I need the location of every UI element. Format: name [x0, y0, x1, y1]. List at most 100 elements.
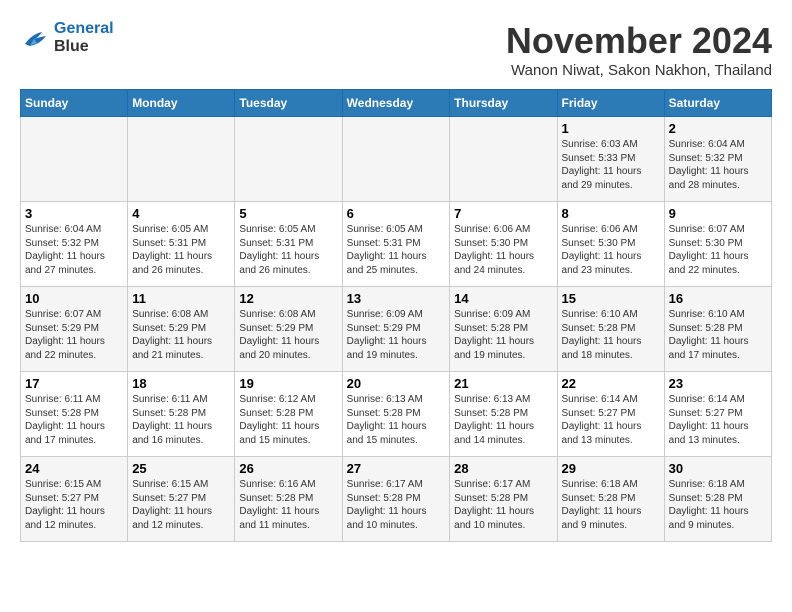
- day-number: 18: [132, 376, 230, 391]
- day-info: Sunrise: 6:08 AMSunset: 5:29 PMDaylight:…: [239, 308, 337, 362]
- day-number: 8: [562, 206, 660, 221]
- calendar-cell: 3Sunrise: 6:04 AMSunset: 5:32 PMDaylight…: [21, 202, 128, 287]
- col-header-wednesday: Wednesday: [342, 90, 450, 117]
- day-number: 25: [132, 461, 230, 476]
- day-number: 3: [25, 206, 123, 221]
- calendar-cell: 26Sunrise: 6:16 AMSunset: 5:28 PMDayligh…: [235, 457, 342, 542]
- day-number: 1: [562, 121, 660, 136]
- day-number: 7: [454, 206, 552, 221]
- calendar-cell: 21Sunrise: 6:13 AMSunset: 5:28 PMDayligh…: [450, 372, 557, 457]
- day-info: Sunrise: 6:03 AMSunset: 5:33 PMDaylight:…: [562, 138, 660, 192]
- day-number: 22: [562, 376, 660, 391]
- day-number: 29: [562, 461, 660, 476]
- day-info: Sunrise: 6:14 AMSunset: 5:27 PMDaylight:…: [669, 393, 767, 447]
- month-title: November 2024: [506, 20, 772, 62]
- calendar-week-row: 17 Sunrise: 6:11 AMSunset: 5:28 PMDayligh…: [21, 372, 772, 457]
- calendar-week-row: 10 Sunrise: 6:07 AMSunset: 5:29 PMDayligh…: [21, 287, 772, 372]
- calendar-cell: 24Sunrise: 6:15 AMSunset: 5:27 PMDayligh…: [21, 457, 128, 542]
- day-number: 21: [454, 376, 552, 391]
- day-info: Sunrise: 6:10 AMSunset: 5:28 PMDaylight:…: [562, 308, 660, 362]
- day-info: Sunrise: 6:14 AMSunset: 5:27 PMDaylight:…: [562, 393, 660, 447]
- day-info: Sunrise: 6:06 AMSunset: 5:30 PMDaylight:…: [562, 223, 660, 277]
- calendar-cell: 23 Sunrise: 6:14 AMSunset: 5:27 PMDayligh…: [664, 372, 771, 457]
- calendar-cell: 14Sunrise: 6:09 AMSunset: 5:28 PMDayligh…: [450, 287, 557, 372]
- logo-text: General Blue: [54, 20, 114, 56]
- day-number: 12: [239, 291, 337, 306]
- day-info: Sunrise: 6:05 AMSunset: 5:31 PMDaylight:…: [132, 223, 230, 277]
- calendar-cell: [450, 117, 557, 202]
- day-info: Sunrise: 6:10 AMSunset: 5:28 PMDaylight:…: [669, 308, 767, 362]
- day-info: Sunrise: 6:18 AMSunset: 5:28 PMDaylight:…: [669, 478, 767, 532]
- day-info: Sunrise: 6:17 AMSunset: 5:28 PMDaylight:…: [454, 478, 552, 532]
- location-subtitle: Wanon Niwat, Sakon Nakhon, Thailand: [506, 62, 772, 79]
- day-info: Sunrise: 6:15 AMSunset: 5:27 PMDaylight:…: [132, 478, 230, 532]
- day-info: Sunrise: 6:05 AMSunset: 5:31 PMDaylight:…: [239, 223, 337, 277]
- calendar-cell: 16 Sunrise: 6:10 AMSunset: 5:28 PMDayligh…: [664, 287, 771, 372]
- day-info: Sunrise: 6:09 AMSunset: 5:29 PMDaylight:…: [347, 308, 446, 362]
- day-number: 6: [347, 206, 446, 221]
- day-info: Sunrise: 6:05 AMSunset: 5:31 PMDaylight:…: [347, 223, 446, 277]
- calendar-cell: [342, 117, 450, 202]
- day-number: 19: [239, 376, 337, 391]
- day-info: Sunrise: 6:07 AMSunset: 5:29 PMDaylight:…: [25, 308, 123, 362]
- day-number: 23: [669, 376, 767, 391]
- day-info: Sunrise: 6:18 AMSunset: 5:28 PMDaylight:…: [562, 478, 660, 532]
- col-header-saturday: Saturday: [664, 90, 771, 117]
- day-number: 30: [669, 461, 767, 476]
- calendar-cell: 17 Sunrise: 6:11 AMSunset: 5:28 PMDayligh…: [21, 372, 128, 457]
- col-header-tuesday: Tuesday: [235, 90, 342, 117]
- calendar-cell: 10 Sunrise: 6:07 AMSunset: 5:29 PMDayligh…: [21, 287, 128, 372]
- calendar-cell: 20Sunrise: 6:13 AMSunset: 5:28 PMDayligh…: [342, 372, 450, 457]
- logo: General Blue: [20, 20, 114, 56]
- day-number: 11: [132, 291, 230, 306]
- calendar-cell: 15 Sunrise: 6:10 AMSunset: 5:28 PMDayligh…: [557, 287, 664, 372]
- day-info: Sunrise: 6:15 AMSunset: 5:27 PMDaylight:…: [25, 478, 123, 532]
- col-header-friday: Friday: [557, 90, 664, 117]
- calendar-cell: 5 Sunrise: 6:05 AMSunset: 5:31 PMDaylight…: [235, 202, 342, 287]
- day-number: 5: [239, 206, 337, 221]
- calendar-week-row: 24Sunrise: 6:15 AMSunset: 5:27 PMDayligh…: [21, 457, 772, 542]
- day-number: 13: [347, 291, 446, 306]
- calendar-table: SundayMondayTuesdayWednesdayThursdayFrid…: [20, 89, 772, 542]
- day-number: 2: [669, 121, 767, 136]
- day-number: 4: [132, 206, 230, 221]
- calendar-cell: 6 Sunrise: 6:05 AMSunset: 5:31 PMDaylight…: [342, 202, 450, 287]
- calendar-cell: 22 Sunrise: 6:14 AMSunset: 5:27 PMDayligh…: [557, 372, 664, 457]
- calendar-week-row: 3Sunrise: 6:04 AMSunset: 5:32 PMDaylight…: [21, 202, 772, 287]
- calendar-cell: [235, 117, 342, 202]
- day-info: Sunrise: 6:09 AMSunset: 5:28 PMDaylight:…: [454, 308, 552, 362]
- calendar-cell: 9Sunrise: 6:07 AMSunset: 5:30 PMDaylight…: [664, 202, 771, 287]
- day-number: 27: [347, 461, 446, 476]
- calendar-cell: 2Sunrise: 6:04 AMSunset: 5:32 PMDaylight…: [664, 117, 771, 202]
- calendar-week-row: 1 Sunrise: 6:03 AMSunset: 5:33 PMDaylight…: [21, 117, 772, 202]
- calendar-cell: 11 Sunrise: 6:08 AMSunset: 5:29 PMDayligh…: [128, 287, 235, 372]
- calendar-cell: 27Sunrise: 6:17 AMSunset: 5:28 PMDayligh…: [342, 457, 450, 542]
- logo-icon: [20, 26, 50, 50]
- day-number: 26: [239, 461, 337, 476]
- day-info: Sunrise: 6:08 AMSunset: 5:29 PMDaylight:…: [132, 308, 230, 362]
- calendar-cell: 13 Sunrise: 6:09 AMSunset: 5:29 PMDayligh…: [342, 287, 450, 372]
- calendar-cell: 12 Sunrise: 6:08 AMSunset: 5:29 PMDayligh…: [235, 287, 342, 372]
- col-header-sunday: Sunday: [21, 90, 128, 117]
- day-number: 28: [454, 461, 552, 476]
- calendar-cell: 25 Sunrise: 6:15 AMSunset: 5:27 PMDayligh…: [128, 457, 235, 542]
- calendar-cell: 19 Sunrise: 6:12 AMSunset: 5:28 PMDayligh…: [235, 372, 342, 457]
- day-info: Sunrise: 6:12 AMSunset: 5:28 PMDaylight:…: [239, 393, 337, 447]
- day-number: 10: [25, 291, 123, 306]
- calendar-cell: 8 Sunrise: 6:06 AMSunset: 5:30 PMDaylight…: [557, 202, 664, 287]
- calendar-header-row: SundayMondayTuesdayWednesdayThursdayFrid…: [21, 90, 772, 117]
- calendar-cell: 28 Sunrise: 6:17 AMSunset: 5:28 PMDayligh…: [450, 457, 557, 542]
- day-info: Sunrise: 6:06 AMSunset: 5:30 PMDaylight:…: [454, 223, 552, 277]
- day-info: Sunrise: 6:07 AMSunset: 5:30 PMDaylight:…: [669, 223, 767, 277]
- day-number: 16: [669, 291, 767, 306]
- day-info: Sunrise: 6:11 AMSunset: 5:28 PMDaylight:…: [25, 393, 123, 447]
- title-section: November 2024 Wanon Niwat, Sakon Nakhon,…: [506, 20, 772, 79]
- day-number: 17: [25, 376, 123, 391]
- calendar-cell: [21, 117, 128, 202]
- day-number: 20: [347, 376, 446, 391]
- calendar-cell: 29 Sunrise: 6:18 AMSunset: 5:28 PMDayligh…: [557, 457, 664, 542]
- day-number: 15: [562, 291, 660, 306]
- page-header: General Blue November 2024 Wanon Niwat, …: [20, 20, 772, 79]
- calendar-cell: 18Sunrise: 6:11 AMSunset: 5:28 PMDayligh…: [128, 372, 235, 457]
- col-header-thursday: Thursday: [450, 90, 557, 117]
